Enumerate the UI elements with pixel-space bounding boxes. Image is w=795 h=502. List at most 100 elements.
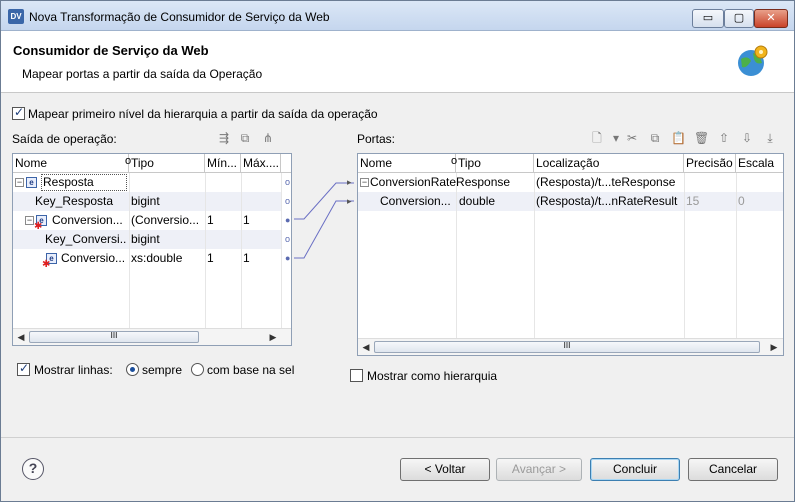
cut-icon[interactable]: ✂: [625, 131, 639, 145]
new-port-icon[interactable]: 🗋: [590, 131, 604, 145]
connector-dot: ●: [285, 215, 291, 225]
row-name: Key_Conversi...: [45, 232, 127, 246]
connector-dot: ●: [285, 253, 291, 263]
element-icon: e: [26, 177, 37, 188]
operation-output-grid[interactable]: Nome Tipo Mín... Máx.... o − e Resposta …: [12, 153, 292, 346]
map-first-level-checkbox[interactable]: [12, 105, 25, 120]
column-header-location[interactable]: Localização: [534, 154, 684, 173]
row-min: 1: [207, 251, 214, 265]
copy-icon[interactable]: ⧉: [648, 131, 662, 145]
operation-output-label: Saída de operação:: [12, 132, 117, 146]
column-header-name[interactable]: Nome: [13, 154, 129, 173]
collapse-icon[interactable]: −: [25, 216, 34, 225]
scroll-right-icon[interactable]: ▶: [267, 331, 279, 343]
column-header-spacer: [281, 154, 291, 173]
column-header-precision[interactable]: Precisão: [684, 154, 736, 173]
row-type: bigint: [131, 194, 160, 208]
collapse-icon[interactable]: −: [15, 178, 24, 187]
column-divider-mark: o: [125, 155, 132, 167]
row-name: Conversion...: [380, 194, 451, 208]
dropdown-arrow-icon[interactable]: ▾: [609, 131, 623, 145]
row-name: Key_Resposta: [35, 194, 114, 208]
show-lines-label: Mostrar linhas:: [34, 363, 113, 377]
scroll-thumb[interactable]: III: [29, 331, 199, 343]
close-button[interactable]: ✕: [754, 9, 788, 28]
hierarchy-icon[interactable]: ⤓: [763, 131, 777, 145]
row-type: xs:double: [131, 251, 183, 265]
column-header-name[interactable]: Nome: [358, 154, 456, 173]
row-type: bigint: [131, 232, 160, 246]
show-hierarchy-checkbox[interactable]: [350, 369, 363, 382]
move-down-icon[interactable]: ⇩: [740, 131, 754, 145]
wizard-header: Consumidor de Serviço da Web Mapear port…: [1, 31, 794, 93]
horizontal-scrollbar[interactable]: ◀ III ▶: [13, 328, 291, 345]
show-lines-always-label: sempre: [142, 363, 183, 377]
row-min: 1: [207, 213, 214, 227]
show-lines-checkbox[interactable]: [17, 361, 30, 376]
column-header-max[interactable]: Máx....: [241, 154, 281, 173]
required-icon: ✱: [42, 259, 51, 270]
show-lines-selection-label: com base na sel: [207, 363, 295, 377]
cancel-button[interactable]: Cancelar: [688, 458, 778, 481]
scroll-right-icon[interactable]: ▶: [768, 341, 780, 353]
maximize-icon: ▢: [733, 12, 745, 24]
footer-separator: [1, 437, 794, 438]
row-location: (Resposta)/t...teResponse: [536, 175, 676, 189]
scroll-left-icon[interactable]: ◀: [360, 341, 372, 353]
show-hierarchy-label: Mostrar como hierarquia: [367, 369, 498, 383]
delete-icon[interactable]: 🗑: [694, 131, 709, 145]
finish-button[interactable]: Concluir: [590, 458, 680, 481]
close-icon: ✕: [766, 12, 776, 24]
collapse-icon[interactable]: −: [360, 178, 369, 187]
row-max: 1: [243, 251, 250, 265]
title-bar[interactable]: DV Nova Transformação de Consumidor de S…: [1, 1, 794, 31]
scroll-left-icon[interactable]: ◀: [15, 331, 27, 343]
copy-icon[interactable]: ⧉: [238, 131, 252, 145]
row-precision: 15: [686, 194, 700, 208]
row-location: (Resposta)/t...nRateResult: [536, 194, 678, 208]
connector-dot: o: [285, 234, 291, 244]
row-max: 1: [243, 213, 250, 227]
minimize-icon: ▭: [702, 12, 714, 24]
web-service-globe-icon: [738, 45, 768, 76]
map-icon[interactable]: ⇶: [217, 131, 231, 145]
expand-icon[interactable]: ⋔: [261, 131, 275, 145]
move-up-icon[interactable]: ⇧: [717, 131, 731, 145]
paste-icon[interactable]: 📋: [671, 131, 686, 145]
row-name: ConversionRateResponse: [370, 175, 511, 189]
column-header-scale[interactable]: Escala: [736, 154, 783, 173]
row-type: (Conversio...: [131, 213, 200, 227]
next-button[interactable]: Avançar >: [496, 458, 582, 481]
ports-label: Portas:: [357, 132, 396, 146]
row-name: Conversio...: [61, 251, 126, 265]
port-arrow-icon: ▸: [347, 177, 352, 187]
back-button[interactable]: < Voltar: [400, 458, 490, 481]
page-subtitle: Mapear portas a partir da saída da Opera…: [22, 67, 263, 81]
minimize-button[interactable]: ▭: [692, 9, 724, 28]
row-name: Conversion...: [52, 213, 123, 227]
connector-dot: o: [285, 177, 291, 187]
column-header-min[interactable]: Mín...: [205, 154, 241, 173]
port-arrow-icon: ▸: [347, 196, 352, 206]
table-row[interactable]: − ConversionRateResponse (Resposta)/t...…: [358, 173, 783, 192]
maximize-button[interactable]: ▢: [724, 9, 754, 28]
row-name: Resposta: [41, 174, 127, 191]
scroll-thumb[interactable]: III: [374, 341, 760, 353]
show-lines-selection-radio[interactable]: [191, 363, 204, 376]
map-first-level-label: Mapear primeiro nível da hierarquia a pa…: [28, 107, 378, 121]
page-title: Consumidor de Serviço da Web: [13, 43, 209, 58]
dialog-window: DV Nova Transformação de Consumidor de S…: [0, 0, 795, 502]
row-type: double: [459, 194, 496, 208]
help-icon[interactable]: ?: [22, 458, 44, 480]
column-header-type[interactable]: Tipo: [129, 154, 205, 173]
table-row[interactable]: Conversion... double (Resposta)/t...nRat…: [358, 192, 783, 211]
column-divider-mark: o: [451, 155, 458, 167]
app-icon: DV: [8, 9, 24, 24]
horizontal-scrollbar[interactable]: ◀ III ▶: [358, 338, 783, 355]
show-lines-always-radio[interactable]: [126, 363, 139, 376]
row-scale: 0: [738, 194, 745, 208]
ports-grid[interactable]: Nome Tipo Localização Precisão Escala o …: [357, 153, 784, 356]
column-header-type[interactable]: Tipo: [456, 154, 534, 173]
connector-dot: o: [285, 196, 291, 206]
window-title: Nova Transformação de Consumidor de Serv…: [29, 10, 330, 24]
